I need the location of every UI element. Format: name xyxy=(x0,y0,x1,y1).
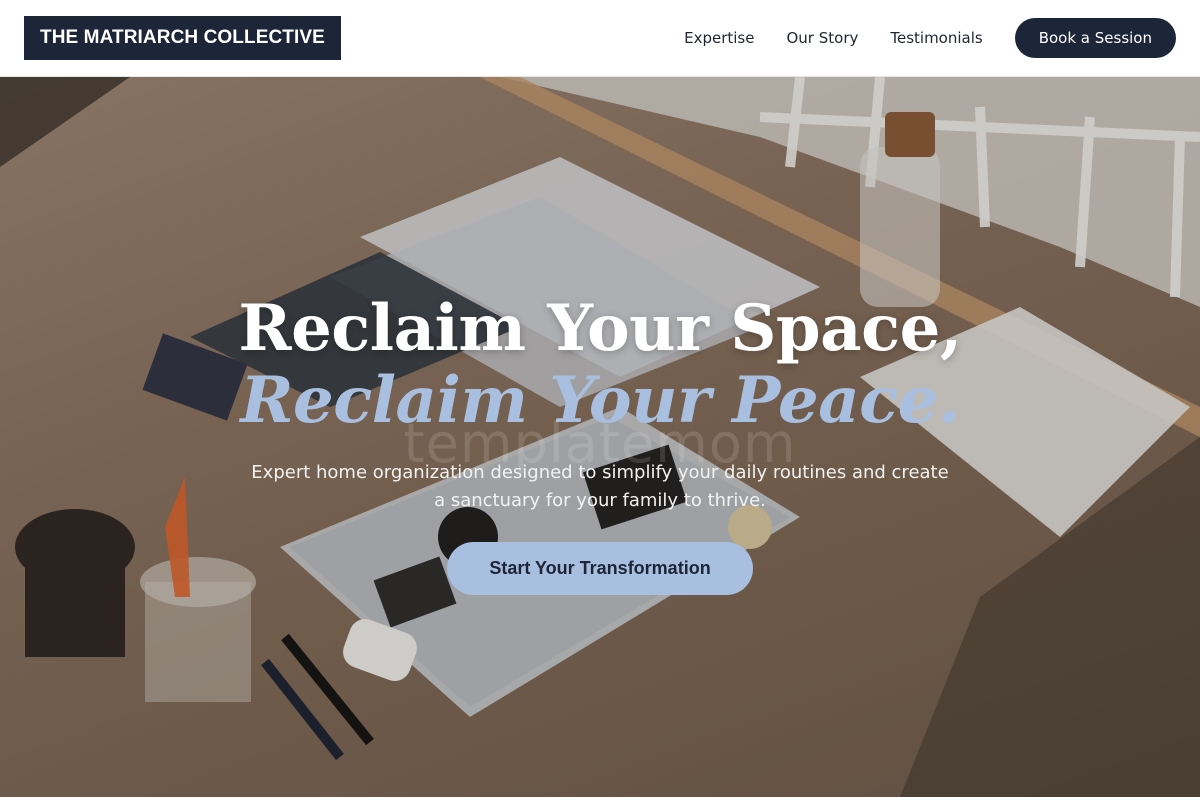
hero-headline-line1: Reclaim Your Space, xyxy=(238,291,962,366)
hero-headline-line2: Reclaim Your Peace. xyxy=(240,363,960,438)
brand-logo[interactable]: THE MATRIARCH COLLECTIVE xyxy=(24,16,341,60)
hero-subtext: Expert home organization designed to sim… xyxy=(251,462,949,511)
nav-link-testimonials[interactable]: Testimonials xyxy=(890,29,982,47)
nav-link-expertise[interactable]: Expertise xyxy=(684,29,754,47)
brand-name: THE MATRIARCH COLLECTIVE xyxy=(40,27,325,48)
hero-section: Reclaim Your Space, templatemom Reclaim … xyxy=(0,77,1200,797)
hero-content: Reclaim Your Space, templatemom Reclaim … xyxy=(0,77,1200,797)
site-header: THE MATRIARCH COLLECTIVE Expertise Our S… xyxy=(0,0,1200,77)
nav-link-our-story[interactable]: Our Story xyxy=(786,29,858,47)
book-session-button[interactable]: Book a Session xyxy=(1014,18,1176,58)
start-transformation-label: Start Your Transformation xyxy=(489,558,711,578)
book-session-label: Book a Session xyxy=(1038,29,1152,47)
start-transformation-button[interactable]: Start Your Transformation xyxy=(447,542,753,595)
main-nav: Expertise Our Story Testimonials Book a … xyxy=(652,18,1176,58)
